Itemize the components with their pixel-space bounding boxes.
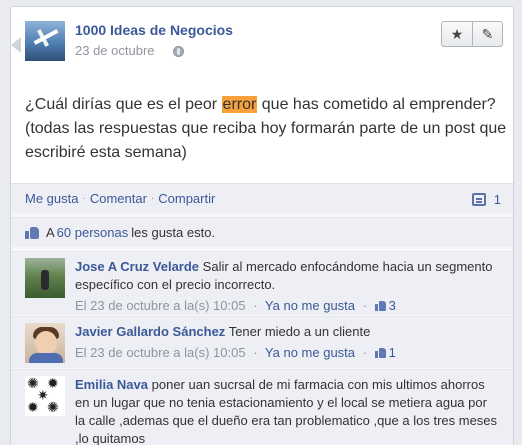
separator: ·	[253, 298, 258, 313]
post-text-before: ¿Cuál dirías que es el peor	[25, 96, 222, 113]
globe-icon	[173, 46, 184, 57]
comment-item: Jose A Cruz Velarde Salir al mercado enf…	[11, 251, 513, 315]
commenter-avatar[interactable]	[25, 258, 65, 298]
page-avatar[interactable]	[25, 21, 65, 61]
comment-meta: El 23 de octubre a la(s) 10:05 · Ya no m…	[75, 344, 499, 361]
comment-meta: El 23 de octubre a la(s) 10:05 · Ya no m…	[75, 297, 499, 314]
comment-like-count[interactable]: 3	[374, 298, 396, 313]
star-icon: ★	[450, 25, 464, 42]
thumbs-up-icon	[374, 347, 386, 358]
comment-item: Javier Gallardo Sánchez Tener miedo a un…	[11, 316, 513, 368]
face-shape	[35, 331, 57, 355]
card-pointer	[11, 37, 21, 53]
commenter-avatar[interactable]: ✺ ✹ ✷ ✹ ✺	[25, 376, 65, 416]
likes-suffix: les gusta esto.	[131, 225, 216, 240]
comment-like-count-value: 3	[388, 298, 396, 313]
thumbs-up-icon	[374, 300, 386, 311]
post-header: 1000 Ideas de Negocios 23 de octubre	[25, 21, 505, 65]
unlike-link[interactable]: Ya no me gusta	[265, 298, 355, 313]
separator: ·	[253, 345, 258, 360]
comment-timestamp[interactable]: El 23 de octubre a la(s) 10:05	[75, 298, 246, 313]
comment-author-link[interactable]: Jose A Cruz Velarde	[75, 259, 199, 274]
post-action-group: ★ ✎	[441, 21, 503, 47]
comment-author-link[interactable]: Emilia Nava	[75, 377, 148, 392]
sun-glyph: ✺	[47, 399, 59, 415]
share-link[interactable]: Compartir	[158, 191, 215, 206]
likes-people-link[interactable]: 60 personas	[57, 225, 129, 240]
comment-content: Javier Gallardo Sánchez Tener miedo a un…	[75, 323, 499, 341]
comments-section: A 60 personas les gusta esto. Jose A Cru…	[11, 213, 513, 445]
feedback-bar: Me gusta · Comentar · Compartir 1	[11, 183, 513, 213]
pencil-icon: ✎	[481, 25, 494, 42]
comment-icon	[471, 193, 486, 206]
likes-prefix: A	[46, 225, 55, 240]
like-link[interactable]: Me gusta	[25, 191, 78, 206]
post-message: ¿Cuál dirías que es el peor error que ha…	[25, 93, 509, 165]
commenter-avatar[interactable]	[25, 323, 65, 363]
unlike-link[interactable]: Ya no me gusta	[265, 345, 355, 360]
post-timestamp[interactable]: 23 de octubre	[75, 43, 155, 58]
separator: ·	[150, 193, 155, 204]
highlighted-word: error	[221, 96, 258, 113]
comment-body: Javier Gallardo Sánchez Tener miedo a un…	[75, 323, 499, 361]
thumbs-up-icon	[25, 225, 40, 240]
comment-content: Emilia Nava poner uan sucrsal de mi farm…	[75, 376, 499, 445]
star-button[interactable]: ★	[442, 22, 472, 46]
comment-like-count-value: 1	[388, 345, 396, 360]
person-figure-shape	[41, 270, 49, 290]
separator: ·	[362, 298, 367, 313]
comment-body: Jose A Cruz Velarde Salir al mercado enf…	[75, 258, 499, 314]
page-name-link[interactable]: 1000 Ideas de Negocios	[75, 22, 233, 38]
separator: ·	[362, 345, 367, 360]
comment-item: ✺ ✹ ✷ ✹ ✺ Emilia Nava poner uan sucrsal …	[11, 369, 513, 445]
separator: ·	[82, 193, 86, 204]
comment-timestamp[interactable]: El 23 de octubre a la(s) 10:05	[75, 345, 246, 360]
post-card: 1000 Ideas de Negocios 23 de octubre ★ ✎…	[10, 6, 514, 445]
comment-link[interactable]: Comentar	[90, 191, 147, 206]
sun-glyph: ✹	[27, 399, 39, 415]
comment-author-link[interactable]: Javier Gallardo Sánchez	[75, 324, 225, 339]
comment-body: Emilia Nava poner uan sucrsal de mi farm…	[75, 376, 499, 445]
comment-text: Tener miedo a un cliente	[228, 324, 371, 339]
comment-count-value: 1	[493, 192, 501, 207]
edit-button[interactable]: ✎	[472, 22, 502, 46]
likes-summary: A 60 personas les gusta esto.	[11, 217, 513, 247]
comment-content: Jose A Cruz Velarde Salir al mercado enf…	[75, 258, 499, 294]
comment-count-link[interactable]: 1	[471, 192, 501, 207]
shirt-shape	[29, 353, 63, 363]
comment-like-count[interactable]: 1	[374, 345, 396, 360]
